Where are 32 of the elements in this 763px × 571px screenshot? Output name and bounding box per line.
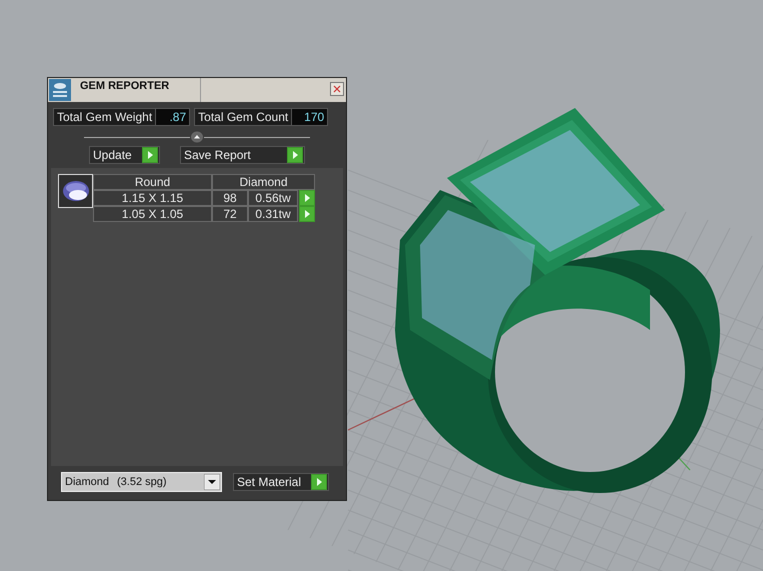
total-value: 170 bbox=[291, 109, 328, 125]
total-value: .87 bbox=[155, 109, 190, 125]
play-arrow-icon bbox=[298, 206, 314, 222]
table-cell: 0.31tw bbox=[248, 206, 298, 222]
column-header: Round bbox=[93, 174, 212, 190]
window-title: GEM REPORTER bbox=[80, 78, 170, 94]
material-dropdown[interactable]: Diamond (3.52 spg) bbox=[61, 472, 222, 492]
round-gem-icon bbox=[62, 180, 90, 202]
table-cell: 1.05 X 1.05 bbox=[93, 206, 212, 222]
total-label: Total Gem Count bbox=[197, 109, 290, 126]
total-label: Total Gem Weight bbox=[56, 109, 154, 126]
update-button[interactable]: Update bbox=[89, 146, 160, 164]
play-arrow-icon bbox=[142, 147, 158, 163]
dropdown-value: Diamond bbox=[64, 474, 110, 490]
row-arrow-button[interactable] bbox=[298, 206, 315, 222]
dropdown-density: (3.52 spg) bbox=[117, 474, 168, 490]
play-arrow-icon bbox=[311, 474, 327, 490]
save-report-button[interactable]: Save Report bbox=[180, 146, 305, 164]
column-header: Diamond bbox=[212, 174, 315, 190]
dropdown-caret-icon bbox=[204, 474, 220, 490]
set-material-button[interactable]: Set Material bbox=[233, 473, 329, 491]
app-icon bbox=[49, 79, 71, 101]
row-arrow-button[interactable] bbox=[298, 190, 315, 206]
table-cell: 0.56tw bbox=[248, 190, 298, 206]
table-cell: 1.15 X 1.15 bbox=[93, 190, 212, 206]
close-button[interactable] bbox=[330, 82, 344, 96]
table-cell: 98 bbox=[212, 190, 248, 206]
play-arrow-icon bbox=[298, 190, 314, 206]
play-arrow-icon bbox=[287, 147, 303, 163]
close-icon bbox=[333, 85, 341, 93]
table-cell: 72 bbox=[212, 206, 248, 222]
collapse-handle[interactable] bbox=[190, 131, 204, 143]
